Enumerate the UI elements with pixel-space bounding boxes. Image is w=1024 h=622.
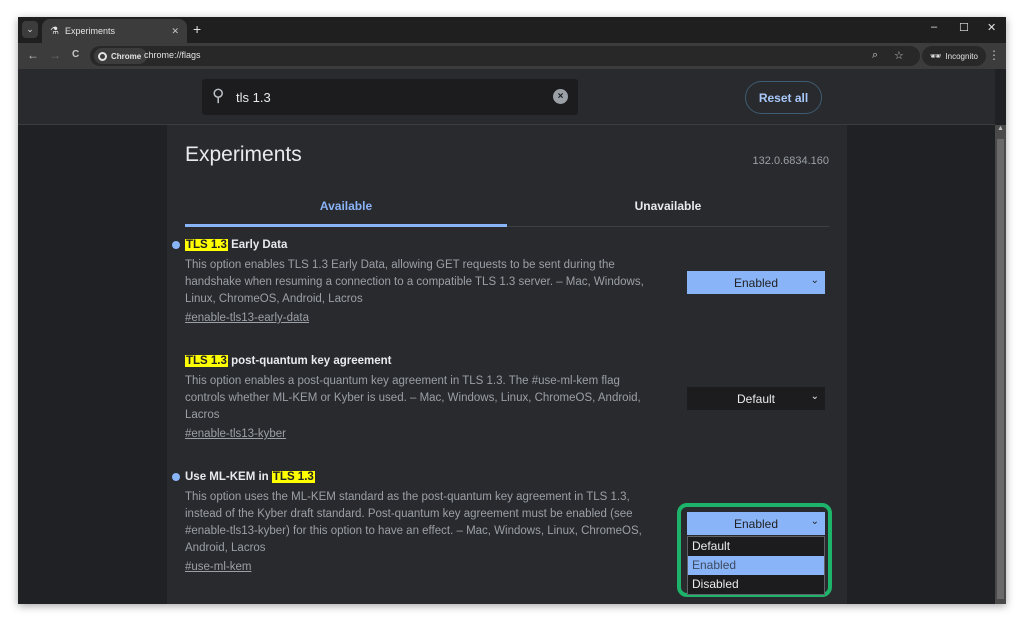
chevron-down-icon: ⌄	[810, 391, 819, 402]
search-highlight: TLS 1.3	[271, 471, 315, 483]
toolbar: ← → C Chrome chrome://flags ⌕ ☆ 🕶 Incogn…	[18, 43, 1006, 69]
search-input[interactable]	[236, 87, 536, 107]
tab-title: Experiments	[64, 26, 115, 36]
tab-available[interactable]: Available	[185, 191, 507, 227]
experiment-description: This option enables a post-quantum key a…	[185, 375, 641, 421]
zoom-icon[interactable]: ⌕	[872, 49, 878, 62]
dropdown-option-disabled[interactable]: Disabled	[688, 575, 824, 594]
new-tab-button[interactable]: +	[193, 21, 201, 37]
flask-icon: ⚗	[50, 25, 59, 37]
experiment-description: This option uses the ML-KEM standard as …	[185, 491, 642, 554]
forward-button[interactable]: →	[49, 48, 61, 62]
browser-window: ⌄ ⚗ Experiments ✕ + – ☐ ✕ ← → C Chrome c…	[18, 17, 1006, 604]
close-window-button[interactable]: ✕	[987, 21, 996, 34]
maximize-button[interactable]: ☐	[959, 21, 969, 34]
tab-unavailable[interactable]: Unavailable	[507, 191, 829, 226]
browser-tab[interactable]: ⚗ Experiments ✕	[42, 19, 187, 43]
experiment-description: This option enables TLS 1.3 Early Data, …	[185, 259, 644, 305]
chevron-down-icon: ⌄	[26, 24, 34, 34]
modified-indicator-icon	[172, 473, 180, 481]
page-title: Experiments	[185, 143, 302, 166]
experiment-permalink[interactable]: #enable-tls13-kyber	[185, 428, 286, 440]
version-label: 132.0.6834.160	[752, 155, 829, 167]
tab-search-button[interactable]: ⌄	[22, 21, 38, 38]
incognito-icon: 🕶	[930, 50, 942, 61]
search-highlight: TLS 1.3	[185, 239, 228, 251]
experiment-permalink[interactable]: #use-ml-kem	[185, 561, 251, 573]
back-button[interactable]: ←	[27, 48, 39, 62]
experiment-name: TLS 1.3 Early Data	[172, 237, 825, 253]
incognito-label: Incognito	[945, 51, 978, 61]
incognito-button[interactable]: 🕶 Incognito	[922, 46, 986, 66]
reset-all-button[interactable]: Reset all	[745, 81, 822, 114]
clear-search-icon[interactable]: ×	[553, 89, 568, 104]
url-text[interactable]: chrome://flags	[144, 50, 201, 60]
close-tab-icon[interactable]: ✕	[171, 26, 179, 37]
scrollbar-thumb[interactable]	[997, 139, 1004, 599]
bookmark-star-icon[interactable]: ☆	[894, 49, 904, 62]
search-highlight: TLS 1.3	[185, 355, 228, 367]
site-info-chip[interactable]: Chrome	[94, 48, 148, 64]
search-box: ⚲ ×	[202, 79, 578, 115]
chip-label: Chrome	[111, 51, 142, 61]
tab-bar: Available Unavailable	[185, 191, 829, 227]
scroll-up-icon[interactable]: ▲	[995, 125, 1006, 137]
dropdown-option-enabled[interactable]: Enabled	[688, 556, 824, 575]
reload-button[interactable]: C	[72, 49, 79, 60]
chrome-logo-icon	[98, 51, 107, 61]
experiment-name: TLS 1.3 post-quantum key agreement	[185, 355, 392, 367]
flags-header: ⚲ × Reset all	[18, 69, 995, 125]
modified-indicator-icon	[172, 241, 180, 249]
experiment-select-use-ml-kem[interactable]: Enabled ⌄	[687, 512, 825, 535]
tab-strip: ⌄ ⚗ Experiments ✕ + – ☐ ✕	[18, 17, 1006, 43]
experiment-select-tls13-kyber[interactable]: Default ⌄	[687, 387, 825, 410]
chevron-down-icon: ⌄	[810, 275, 819, 286]
experiment-select-tls13-early-data[interactable]: Enabled ⌄	[687, 271, 825, 294]
experiment-name: Use ML-KEM in TLS 1.3	[172, 469, 825, 485]
dropdown-option-default[interactable]: Default	[688, 537, 824, 556]
menu-icon[interactable]: ⋮	[988, 48, 1000, 62]
experiment-permalink[interactable]: #enable-tls13-early-data	[185, 312, 309, 324]
page-scrollbar[interactable]: ▲	[995, 125, 1006, 604]
omnibox[interactable]: Chrome chrome://flags ⌕ ☆	[90, 46, 920, 66]
experiments-panel: Experiments 132.0.6834.160 Available Una…	[167, 125, 847, 604]
minimize-button[interactable]: –	[931, 21, 937, 33]
search-icon: ⚲	[212, 86, 225, 105]
dropdown-options: Default Enabled Disabled	[687, 536, 825, 595]
chevron-down-icon: ⌄	[810, 516, 819, 527]
flags-page: ⚲ × Reset all Experiments 132.0.6834.160…	[18, 69, 995, 604]
